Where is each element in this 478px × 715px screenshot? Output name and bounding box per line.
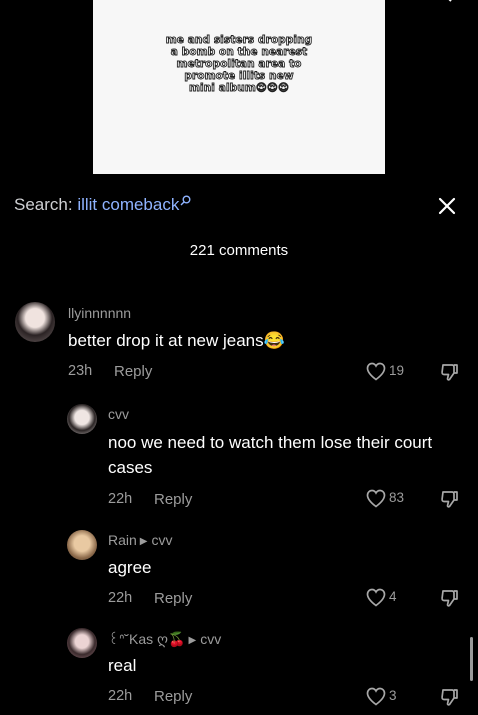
like-count: 4 — [389, 589, 397, 604]
comment-time: 22h — [108, 688, 133, 704]
heart-outline-icon — [366, 362, 386, 381]
comment-time: 23h — [68, 363, 93, 379]
like-button[interactable]: 83 — [366, 489, 406, 509]
comment-time: 22h — [108, 590, 133, 606]
search-prefix: Search: — [14, 195, 78, 214]
avatar[interactable] — [67, 404, 97, 434]
reply-button[interactable]: Reply — [154, 688, 192, 705]
comment-username[interactable]: cvv — [108, 406, 129, 422]
caption-line: mini album😍😍😍 — [188, 82, 290, 95]
heart-outline-icon — [366, 687, 386, 706]
heart-outline-icon — [366, 588, 386, 607]
comment-username[interactable]: ꒰ᐢ˘Kas ღ🍒 ▶ cvv — [108, 630, 221, 648]
reply-button[interactable]: Reply — [154, 590, 192, 607]
reply-arrow-icon: ▶ — [139, 536, 148, 547]
like-count: 3 — [389, 688, 397, 703]
thumbs-down-icon[interactable] — [439, 489, 459, 509]
reply-button[interactable]: Reply — [114, 363, 152, 380]
avatar[interactable] — [67, 530, 97, 560]
heart-outline-icon — [366, 489, 386, 508]
reply-target[interactable]: cvv — [200, 631, 221, 647]
thumbs-down-icon[interactable] — [439, 588, 459, 608]
scrollbar[interactable] — [470, 637, 473, 681]
comment-username[interactable]: Rain ▶ cvv — [108, 532, 173, 548]
video-caption: me and sisters dropping a bomb on the ne… — [93, 34, 385, 95]
like-button[interactable]: 3 — [366, 687, 406, 707]
avatar[interactable] — [15, 302, 55, 342]
comment-text: better drop it at new jeans😂 — [68, 331, 285, 350]
avatar[interactable] — [67, 628, 97, 658]
reply-button[interactable]: Reply — [154, 491, 192, 508]
like-count: 19 — [389, 363, 405, 378]
comment-time: 22h — [108, 491, 133, 507]
reply-author[interactable]: ꒰ᐢ˘Kas ღ🍒 — [108, 631, 186, 647]
caption-line: promote illits new — [184, 70, 294, 83]
video-preview[interactable]: me and sisters dropping a bomb on the ne… — [93, 0, 385, 174]
reply-author[interactable]: Rain — [108, 532, 137, 548]
caption-line: me and sisters dropping — [165, 34, 313, 47]
like-button[interactable]: 19 — [366, 362, 406, 382]
comment-username[interactable]: llyinnnnnn — [68, 305, 131, 321]
like-button[interactable]: 4 — [366, 588, 406, 608]
caption-line: metropolitan area to — [176, 58, 302, 71]
close-icon[interactable] — [437, 196, 457, 216]
reply-target[interactable]: cvv — [152, 532, 173, 548]
search-suggestion[interactable]: Search: illit comeback — [14, 195, 191, 215]
search-term[interactable]: illit comeback — [77, 195, 179, 214]
thumbs-down-icon[interactable] — [439, 362, 459, 382]
thumbs-down-icon[interactable] — [439, 687, 459, 707]
comment-text: agree — [108, 558, 152, 577]
comments-count: 221 comments — [189, 242, 289, 259]
reply-arrow-icon: ▶ — [188, 635, 197, 646]
comment-text: real — [108, 656, 137, 675]
comment-text: noo we need to watch them lose their cou… — [108, 433, 433, 477]
search-icon[interactable] — [438, 0, 452, 2]
search-icon — [180, 195, 191, 206]
caption-line: a bomb on the nearest — [170, 46, 308, 59]
like-count: 83 — [389, 490, 405, 505]
